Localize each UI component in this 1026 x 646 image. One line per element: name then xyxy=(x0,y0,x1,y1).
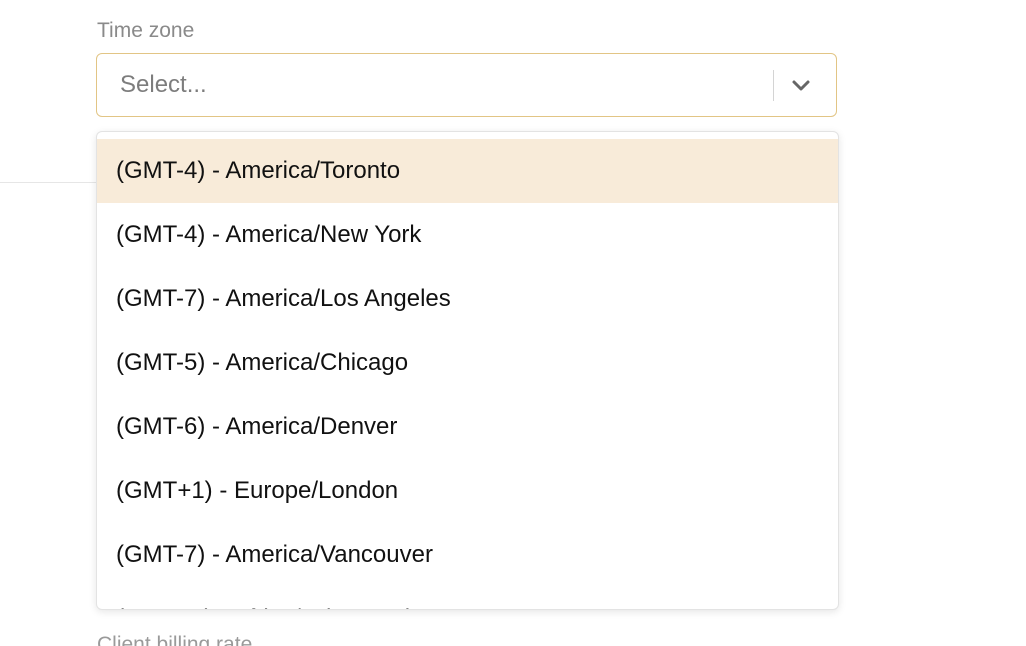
time-zone-dropdown-menu[interactable]: (GMT-4) - America/Toronto (GMT-4) - Amer… xyxy=(96,131,839,610)
settings-form: Time zone Select... Client billing rate … xyxy=(0,0,1026,646)
time-zone-option[interactable]: (GMT+2) - Africa/Johannesburg xyxy=(97,587,838,609)
time-zone-option-list: (GMT-4) - America/Toronto (GMT-4) - Amer… xyxy=(97,139,838,609)
time-zone-select[interactable]: Select... xyxy=(96,53,837,117)
time-zone-option[interactable]: (GMT-7) - America/Vancouver xyxy=(97,523,838,587)
chevron-down-icon[interactable] xyxy=(789,73,813,97)
time-zone-option[interactable]: (GMT+1) - Europe/London xyxy=(97,459,838,523)
time-zone-option[interactable]: (GMT-7) - America/Los Angeles xyxy=(97,267,838,331)
time-zone-option[interactable]: (GMT-6) - America/Denver xyxy=(97,395,838,459)
indicator-separator xyxy=(773,70,774,101)
time-zone-label: Time zone xyxy=(97,19,195,42)
section-divider xyxy=(0,182,96,183)
client-billing-rate-label: Client billing rate xyxy=(97,633,253,646)
time-zone-option[interactable]: (GMT-5) - America/Chicago xyxy=(97,331,838,395)
select-placeholder: Select... xyxy=(120,71,207,98)
time-zone-option[interactable]: (GMT-4) - America/New York xyxy=(97,203,838,267)
time-zone-option[interactable]: (GMT-4) - America/Toronto xyxy=(97,139,838,203)
